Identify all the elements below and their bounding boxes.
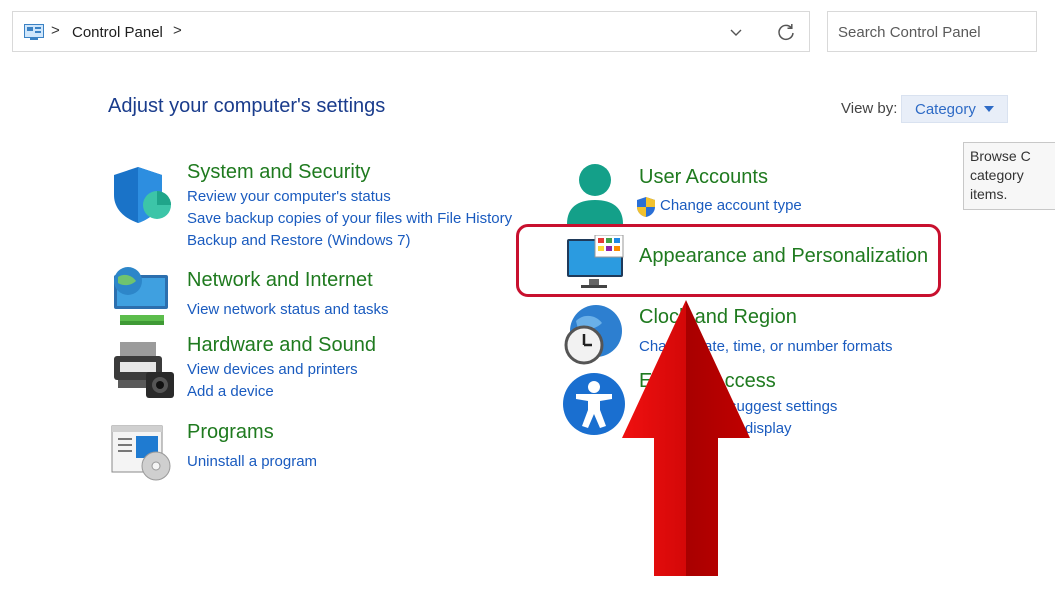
- user-icon[interactable]: [565, 162, 627, 226]
- breadcrumb-control-panel[interactable]: Control Panel: [72, 24, 163, 41]
- category-network-internet[interactable]: Network and Internet: [187, 269, 373, 292]
- link-change-account-type[interactable]: Change account type: [660, 197, 802, 214]
- printer-icon[interactable]: [112, 340, 176, 400]
- link-add-device[interactable]: Add a device: [187, 383, 274, 400]
- view-by-dropdown[interactable]: Category: [901, 95, 1008, 123]
- accessibility-icon[interactable]: [562, 372, 626, 436]
- control-panel-icon: [24, 24, 44, 40]
- globe-monitor-icon[interactable]: [110, 265, 172, 327]
- red-arrow-annotation: [622, 300, 750, 576]
- link-network-status[interactable]: View network status and tasks: [187, 301, 389, 318]
- tooltip: Browse C category items.: [963, 142, 1055, 210]
- chevron-down-icon[interactable]: [728, 24, 744, 40]
- link-file-history[interactable]: Save backup copies of your files with Fi…: [187, 210, 512, 227]
- view-by-label: View by:: [841, 100, 898, 117]
- category-programs[interactable]: Programs: [187, 421, 274, 444]
- clock-globe-icon[interactable]: [562, 303, 626, 367]
- category-hardware-sound[interactable]: Hardware and Sound: [187, 334, 376, 357]
- refresh-icon[interactable]: [776, 22, 796, 42]
- view-by-value: Category: [915, 101, 976, 118]
- uac-shield-icon: [637, 197, 655, 217]
- link-devices-printers[interactable]: View devices and printers: [187, 361, 358, 378]
- search-box[interactable]: [827, 11, 1037, 52]
- caret-down-icon: [984, 106, 994, 112]
- highlight-box: [516, 224, 941, 297]
- link-uninstall-program[interactable]: Uninstall a program: [187, 453, 317, 470]
- address-bar[interactable]: > Control Panel >: [12, 11, 810, 52]
- breadcrumb-separator[interactable]: >: [51, 22, 60, 39]
- link-review-status[interactable]: Review your computer's status: [187, 188, 391, 205]
- category-user-accounts[interactable]: User Accounts: [639, 166, 768, 189]
- breadcrumb-separator[interactable]: >: [173, 22, 182, 39]
- search-input[interactable]: [838, 20, 1028, 44]
- programs-disc-icon[interactable]: [110, 424, 174, 482]
- category-system-security[interactable]: System and Security: [187, 161, 370, 184]
- page-title: Adjust your computer's settings: [108, 95, 386, 117]
- shield-icon[interactable]: [112, 165, 174, 225]
- link-backup-restore[interactable]: Backup and Restore (Windows 7): [187, 232, 410, 249]
